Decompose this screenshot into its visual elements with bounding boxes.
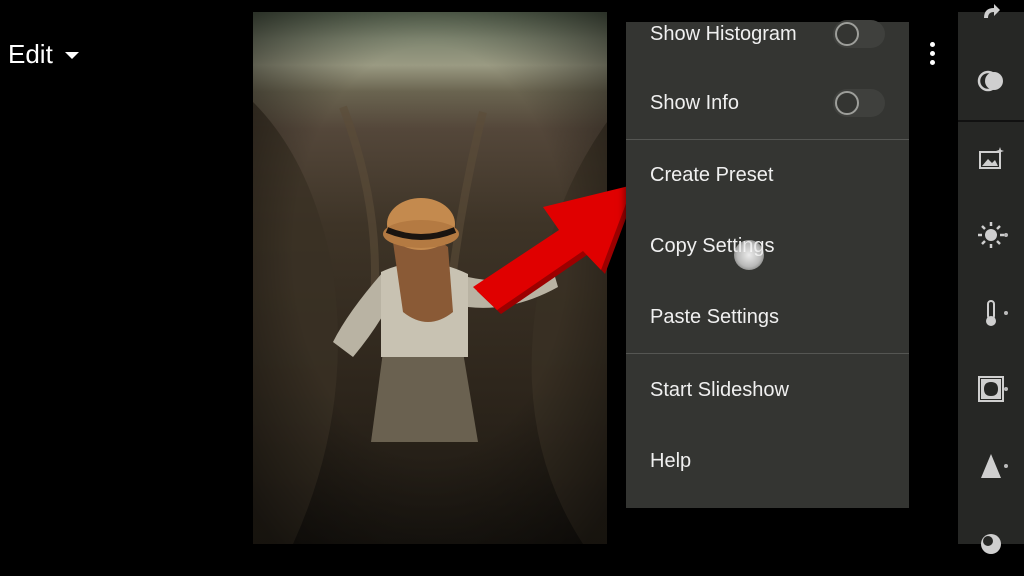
selective-masking-icon[interactable] <box>974 64 1008 98</box>
toggle-knob <box>835 22 859 46</box>
arrow-annotation-icon <box>473 185 637 314</box>
toggle-knob <box>835 91 859 115</box>
info-toggle[interactable] <box>833 89 885 117</box>
optics-icon[interactable] <box>974 524 1008 558</box>
edit-toolbar <box>958 4 1024 554</box>
overflow-menu: Show Histogram Show Info Create Preset C… <box>626 20 909 508</box>
detail-icon[interactable] <box>974 449 1008 483</box>
toolbar-dot <box>1004 311 1008 315</box>
menu-item-label: Create Preset <box>650 163 774 186</box>
auto-enhance-icon[interactable] <box>974 142 1008 176</box>
chevron-down-icon <box>64 51 79 59</box>
color-temperature-icon[interactable] <box>974 296 1008 330</box>
light-icon[interactable] <box>974 218 1008 252</box>
menu-item-help[interactable]: Help <box>626 427 909 495</box>
menu-item-copy-settings[interactable]: Copy Settings <box>626 212 909 280</box>
menu-item-label: Show Histogram <box>650 22 797 45</box>
menu-item-label: Help <box>650 449 692 472</box>
menu-item-label: Start Slideshow <box>650 378 789 401</box>
menu-item-label: Paste Settings <box>650 305 779 328</box>
menu-item-start-slideshow[interactable]: Start Slideshow <box>626 356 909 424</box>
histogram-toggle[interactable] <box>833 20 885 48</box>
mode-label: Edit <box>8 38 53 69</box>
menu-item-show-info[interactable]: Show Info <box>626 69 909 137</box>
menu-item-label: Show Info <box>650 91 739 114</box>
toolbar-dot <box>1004 387 1008 391</box>
menu-divider <box>626 139 909 140</box>
more-options-icon[interactable] <box>920 36 944 70</box>
rotate-icon[interactable] <box>974 0 1008 32</box>
menu-item-create-preset[interactable]: Create Preset <box>626 141 909 209</box>
toolbar-dot <box>1004 464 1008 468</box>
menu-item-show-histogram[interactable]: Show Histogram <box>626 0 909 68</box>
mode-selector[interactable]: Edit <box>8 36 79 72</box>
menu-divider <box>626 353 909 354</box>
touch-indicator <box>734 240 764 270</box>
menu-item-paste-settings[interactable]: Paste Settings <box>626 283 909 351</box>
toolbar-dot <box>1004 233 1008 237</box>
vignette-icon[interactable] <box>974 372 1008 406</box>
toolbar-divider <box>958 120 1024 122</box>
